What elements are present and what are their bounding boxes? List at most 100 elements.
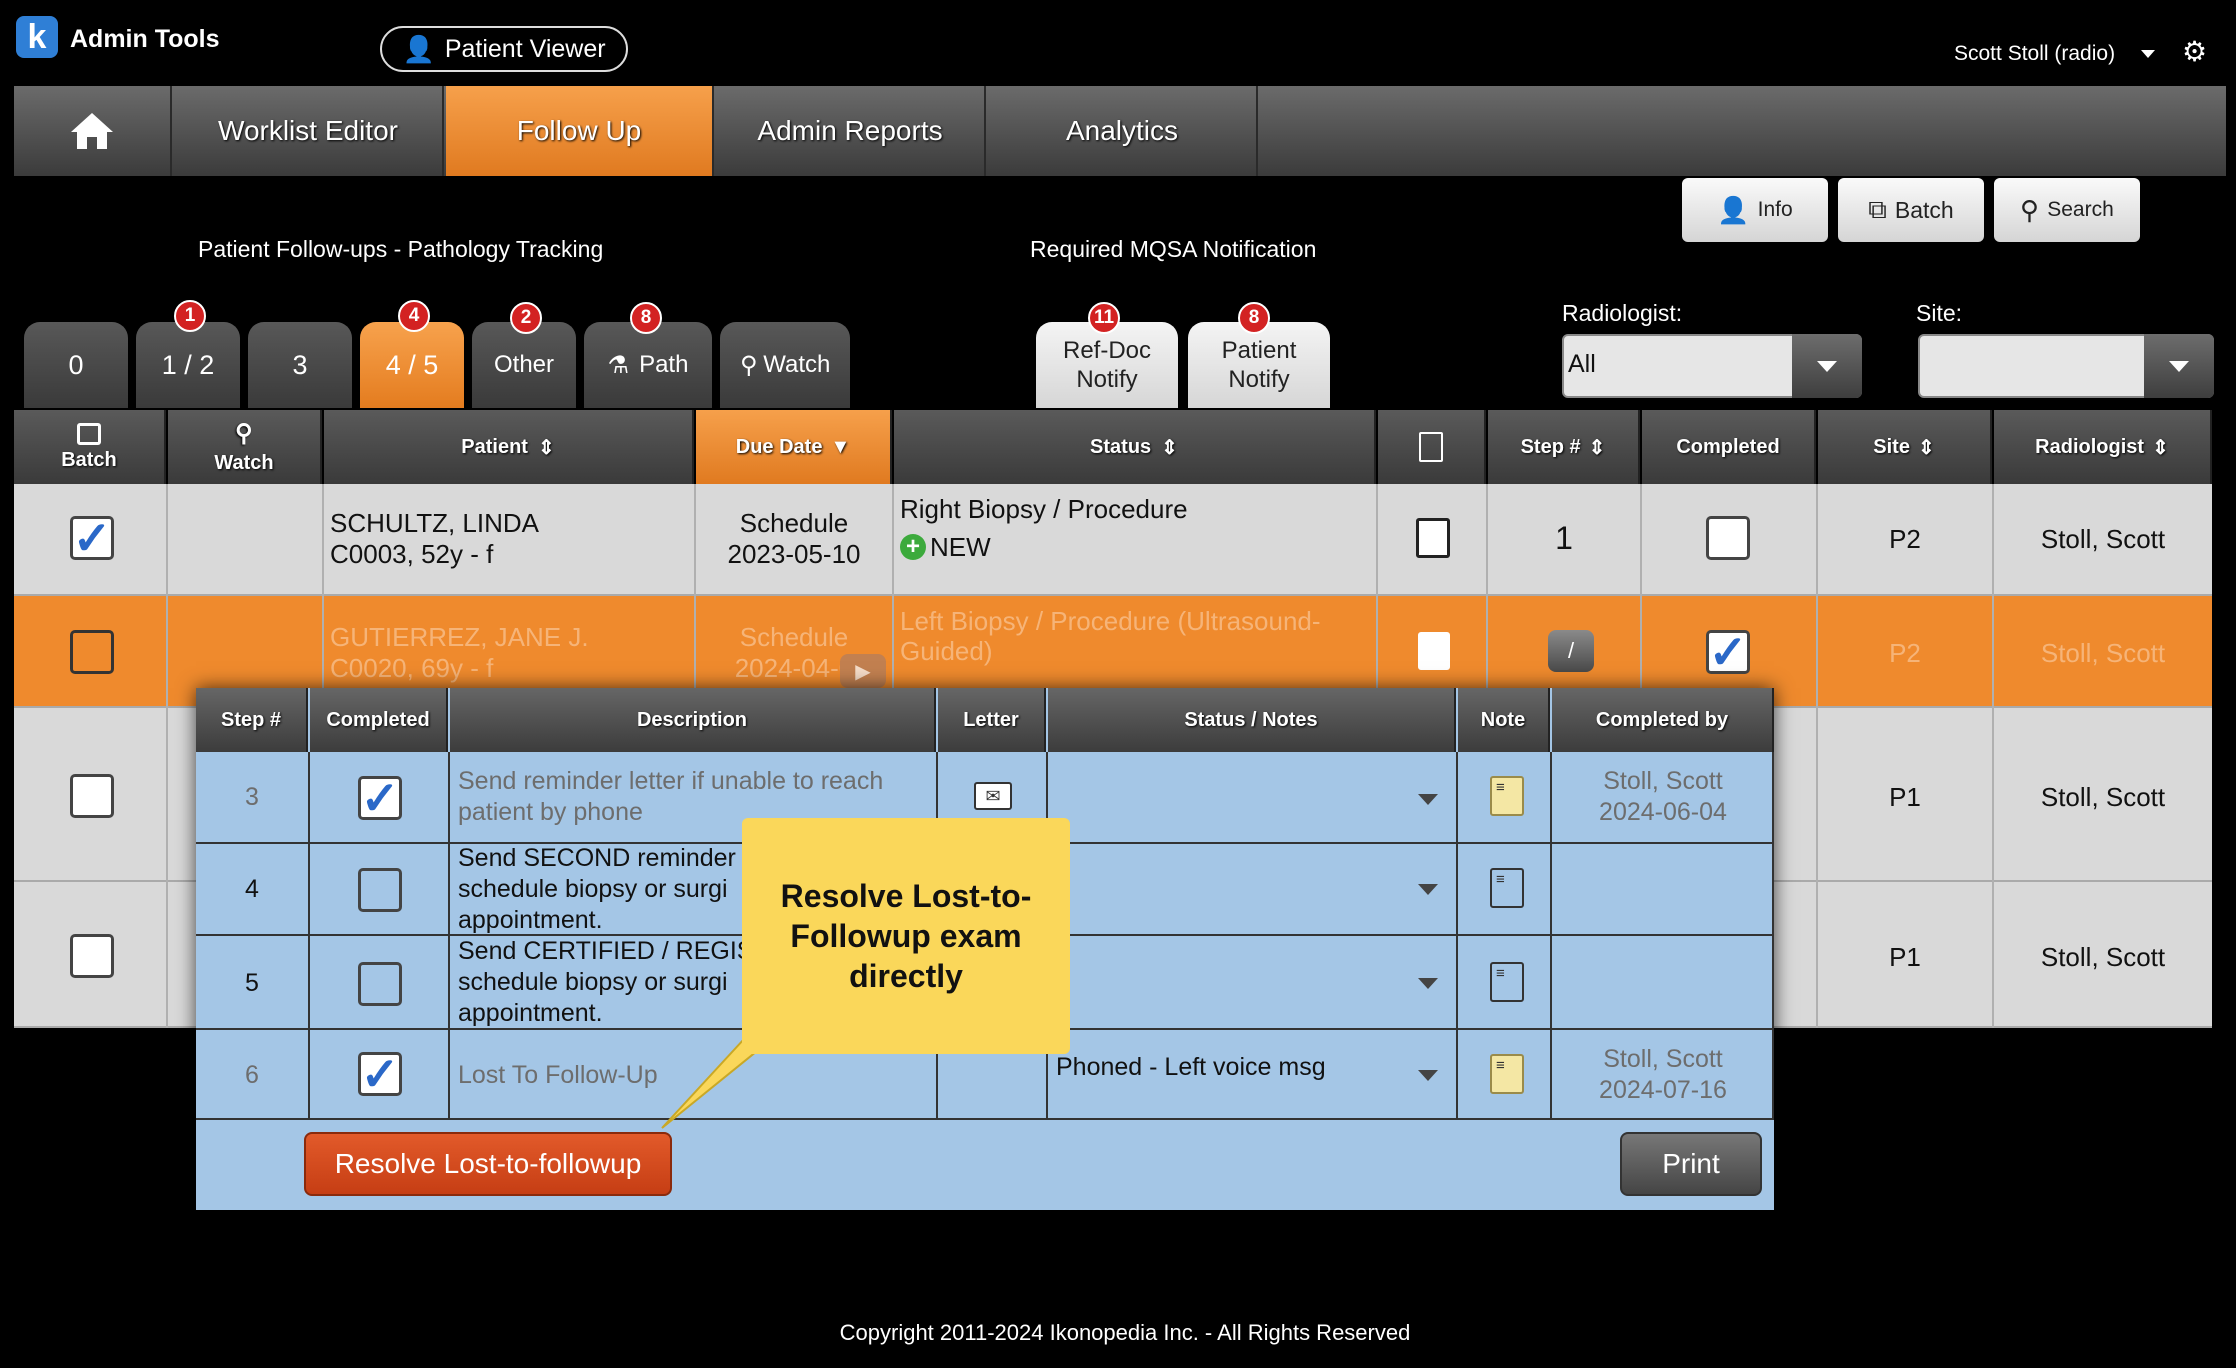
chevron-down-icon[interactable]: [1418, 884, 1438, 895]
status-text: Right Biopsy / Procedure: [900, 494, 1188, 524]
row-divider: [196, 1118, 1774, 1120]
step-description: Send SECOND reminder schedule biopsy or s…: [458, 843, 736, 936]
patient-name: GUTIERREZ, JANE J.: [330, 622, 589, 652]
note-icon[interactable]: ≡: [1490, 868, 1524, 908]
step-completed-checkbox[interactable]: ✓: [358, 775, 402, 821]
tab-other[interactable]: Other: [472, 322, 576, 408]
tab-watch[interactable]: ⚲ Watch: [720, 322, 850, 408]
tab-badge: 2: [510, 302, 542, 334]
column-divider: [1640, 484, 1642, 708]
sub-step: 3: [245, 783, 259, 811]
sub-step: 4: [245, 875, 259, 903]
batch-checkbox[interactable]: [70, 774, 114, 818]
tab-4-5[interactable]: 4 / 5: [360, 322, 464, 408]
patient-cell[interactable]: GUTIERREZ, JANE J. C0020, 69y - f: [330, 622, 589, 684]
tab-ref-doc-notify[interactable]: Ref-Doc Notify: [1036, 322, 1178, 408]
due-label: Schedule: [739, 622, 849, 652]
tab-badge: 4: [398, 300, 430, 332]
patient-cell[interactable]: SCHULTZ, LINDA C0003, 52y - f: [330, 508, 539, 570]
sub-col-step: Step #: [196, 688, 308, 752]
column-divider: [322, 484, 324, 708]
user-menu[interactable]: Scott Stoll (radio): [1954, 42, 2115, 66]
tab-badge: 8: [1238, 302, 1270, 334]
document-icon[interactable]: [1416, 518, 1450, 558]
tab-0[interactable]: 0: [24, 322, 128, 408]
site-dropdown[interactable]: [2144, 334, 2214, 398]
batch-checkbox[interactable]: [70, 630, 114, 674]
column-divider: [1376, 484, 1378, 708]
info-button[interactable]: 👤 Info: [1682, 178, 1828, 242]
document-icon[interactable]: [1418, 632, 1450, 670]
tab-path[interactable]: ⚗ Path: [584, 322, 712, 408]
site-value: P2: [1889, 524, 1921, 554]
site-label: Site:: [1916, 300, 1963, 326]
nav-worklist-editor[interactable]: Worklist Editor: [174, 86, 444, 176]
step-completed-checkbox[interactable]: ✓: [358, 1051, 402, 1097]
chevron-down-icon[interactable]: [1418, 794, 1438, 805]
col-document[interactable]: [1378, 410, 1486, 484]
col-watch-label: Watch: [214, 452, 274, 474]
completed-by: Stoll, Scott 2024-06-04: [1552, 766, 1774, 828]
note-icon[interactable]: ≡: [1490, 962, 1524, 1002]
patient-name: SCHULTZ, LINDA: [330, 508, 539, 538]
nav-analytics[interactable]: Analytics: [988, 86, 1258, 176]
search-icon: ⚲: [235, 420, 253, 447]
tab-1-2[interactable]: 1 / 2: [136, 322, 240, 408]
note-icon[interactable]: ≡: [1490, 776, 1524, 816]
completed-by-date: 2024-07-16: [1599, 1076, 1727, 1104]
search-button[interactable]: ⚲ Search: [1994, 178, 2140, 242]
col-patient[interactable]: Patient ⇕: [324, 410, 694, 484]
resolve-lost-to-followup-button[interactable]: Resolve Lost-to-followup: [304, 1132, 672, 1196]
search-label: Search: [2047, 198, 2114, 221]
app-logo: k: [16, 16, 58, 58]
tab-label: 4 / 5: [385, 349, 439, 380]
expand-arrow-icon[interactable]: ▶: [840, 654, 886, 688]
radiologist-value: All: [1568, 350, 1596, 378]
batch-checkbox[interactable]: ✓: [70, 515, 114, 561]
completed-by-name: Stoll, Scott: [1603, 1045, 1723, 1073]
col-batch[interactable]: Batch: [14, 410, 166, 484]
completed-checkbox[interactable]: [1706, 516, 1750, 560]
tab-patient-notify[interactable]: Patient Notify: [1188, 322, 1330, 408]
print-button[interactable]: Print: [1620, 1132, 1762, 1196]
sub-col-letter: Letter: [938, 688, 1046, 752]
patient-info: C0020, 69y - f: [330, 653, 494, 683]
patient-viewer-button[interactable]: 👤 Patient Viewer: [380, 26, 628, 72]
status-cell: Right Biopsy / Procedure + NEW: [900, 490, 1188, 566]
step-edit-button[interactable]: /: [1548, 630, 1594, 672]
batch-checkbox[interactable]: [70, 934, 114, 978]
chevron-down-icon[interactable]: [1418, 978, 1438, 989]
status-notes-value[interactable]: Phoned - Left voice msg: [1056, 1052, 1326, 1083]
nav-follow-up[interactable]: Follow Up: [446, 86, 714, 176]
app-title: Admin Tools: [70, 25, 220, 53]
col-site[interactable]: Site ⇕: [1818, 410, 1992, 484]
tab-label: 3: [292, 349, 308, 380]
desc-line: schedule biopsy or surgi: [458, 968, 728, 996]
tab-badge: 11: [1088, 302, 1120, 334]
step-completed-checkbox[interactable]: [358, 962, 402, 1006]
gear-icon[interactable]: ⚙: [2182, 38, 2207, 66]
chevron-down-icon[interactable]: [2141, 50, 2155, 58]
note-icon[interactable]: ≡: [1490, 1054, 1524, 1094]
completed-checkbox[interactable]: ✓: [1706, 629, 1750, 675]
col-due-date[interactable]: Due Date ▼: [696, 410, 892, 484]
status-text: Left Biopsy / Procedure (Ultrasound-: [900, 606, 1321, 636]
col-watch[interactable]: ⚲ Watch: [168, 410, 322, 484]
desc-line: Send SECOND reminder: [458, 844, 736, 872]
col-step[interactable]: Step # ⇕: [1488, 410, 1640, 484]
nav-admin-reports[interactable]: Admin Reports: [716, 86, 986, 176]
tab-label: Ref-Doc: [1062, 337, 1152, 364]
batch-button[interactable]: ⧉ Batch: [1838, 178, 1984, 242]
envelope-icon[interactable]: ✉: [974, 782, 1012, 810]
tab-3[interactable]: 3: [248, 322, 352, 408]
step-completed-checkbox[interactable]: [358, 868, 402, 912]
info-label: Info: [1757, 198, 1793, 221]
col-radiologist[interactable]: Radiologist ⇕: [1994, 410, 2212, 484]
nav-home[interactable]: [14, 86, 172, 176]
tab-label: Watch: [763, 351, 831, 378]
chevron-down-icon[interactable]: [1418, 1070, 1438, 1081]
col-completed[interactable]: Completed: [1642, 410, 1816, 484]
col-status[interactable]: Status ⇕: [894, 410, 1376, 484]
column-divider: [1486, 484, 1488, 708]
radiologist-dropdown[interactable]: [1792, 334, 1862, 398]
